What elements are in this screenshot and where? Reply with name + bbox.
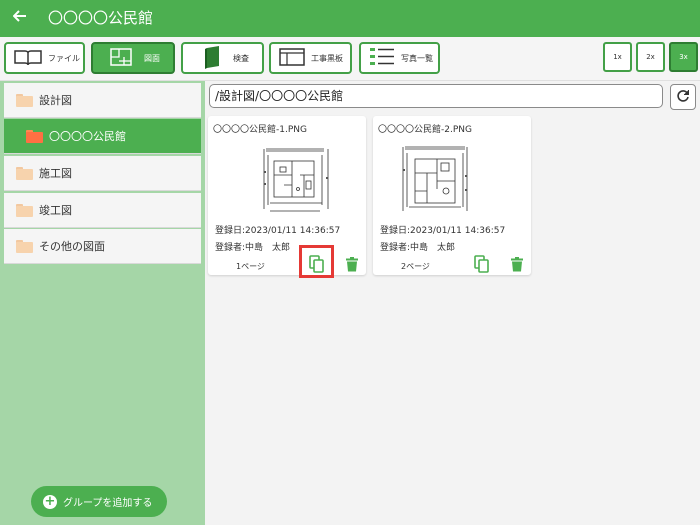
back-arrow-icon[interactable] [10, 7, 30, 29]
refresh-icon [676, 88, 690, 107]
drawing-card[interactable]: 〇〇〇〇公民館-1.PNG 登録日:2023/01/11 14:36:57 登録… [208, 116, 366, 275]
photo-list-button-label: 写真一覧 [401, 53, 433, 63]
zoom-1x-button[interactable]: 1x [603, 42, 632, 72]
add-group-button[interactable]: + グループを追加する [31, 486, 167, 517]
plus-circle-icon: + [43, 493, 57, 509]
trash-icon [511, 256, 523, 276]
zoom-2x-button[interactable]: 2x [636, 42, 665, 72]
floorplan-icon [110, 48, 132, 68]
folder-icon [16, 203, 33, 217]
list-icon [369, 46, 395, 70]
sidebar-item-label: 竣工図 [39, 204, 72, 217]
sidebar-item-other-drawings[interactable]: その他の図面 [4, 229, 201, 264]
sidebar-item-design-drawings[interactable]: 設計図 [4, 83, 201, 118]
card-filename: 〇〇〇〇公民館-2.PNG [378, 125, 472, 135]
folder-icon [16, 166, 33, 180]
blackboard-button[interactable]: 工事黒板 [269, 42, 352, 74]
refresh-button[interactable] [670, 84, 696, 110]
card-filename: 〇〇〇〇公民館-1.PNG [213, 125, 307, 135]
sidebar-item-label: 〇〇〇〇公民館 [49, 130, 126, 143]
folder-icon [16, 239, 33, 253]
sidebar-item-label: 設計図 [39, 94, 72, 107]
card-registrant: 登録者:中島 太郎 [380, 243, 456, 253]
sidebar-item-construction-drawings[interactable]: 施工図 [4, 156, 201, 191]
card-page-number: 2ページ [401, 262, 430, 271]
trash-icon [346, 256, 358, 276]
copy-button[interactable] [471, 255, 493, 277]
drawing-button-label: 図面 [144, 53, 160, 63]
sidebar-item-label: 施工図 [39, 167, 72, 180]
floorplan-thumbnail[interactable] [260, 141, 332, 221]
file-button-label: ファイル [48, 53, 80, 63]
file-button[interactable]: ファイル [4, 42, 85, 74]
add-group-label: グループを追加する [63, 498, 153, 509]
sidebar-item-community-center[interactable]: 〇〇〇〇公民館 [4, 119, 201, 154]
delete-button[interactable] [509, 256, 525, 276]
delete-button[interactable] [344, 256, 360, 276]
inspection-button-label: 検査 [233, 53, 249, 63]
toolbar: ファイル 図面 検査 工事黒板 写真一覧 1x 2x 3x [0, 37, 700, 81]
drawing-card[interactable]: 〇〇〇〇公民館-2.PNG 登録日:2023/01/11 14:36:57 登録… [373, 116, 531, 275]
inspection-button[interactable]: 検査 [181, 42, 264, 74]
sidebar-item-completion-drawings[interactable]: 竣工図 [4, 193, 201, 228]
card-registrant: 登録者:中島 太郎 [215, 243, 291, 253]
floorplan-thumbnail[interactable] [399, 141, 471, 221]
photo-list-button[interactable]: 写真一覧 [359, 42, 440, 74]
sidebar-item-label: その他の図面 [39, 240, 105, 253]
card-registered-date: 登録日:2023/01/11 14:36:57 [215, 226, 341, 236]
copy-button[interactable] [306, 255, 328, 277]
book-icon [13, 48, 43, 68]
folder-icon [16, 93, 33, 107]
sidebar: 設計図 〇〇〇〇公民館 施工図 竣工図 その他の図面 [0, 81, 205, 525]
drawing-button[interactable]: 図面 [91, 42, 175, 74]
copy-icon [309, 255, 325, 277]
page-title: 〇〇〇〇公民館 [48, 9, 154, 27]
folder-open-icon [26, 129, 43, 143]
app-header: 〇〇〇〇公民館 [0, 0, 700, 37]
blackboard-icon [279, 48, 305, 68]
path-field[interactable]: /設計図/〇〇〇〇公民館 [209, 84, 663, 108]
blackboard-button-label: 工事黒板 [311, 53, 343, 63]
zoom-3x-button[interactable]: 3x [669, 42, 698, 72]
main-content: /設計図/〇〇〇〇公民館 〇〇〇〇公民館-1.PNG 登録日:2023/01/1… [205, 81, 700, 525]
notebook-icon [203, 45, 221, 71]
card-page-number: 1ページ [236, 262, 265, 271]
card-registered-date: 登録日:2023/01/11 14:36:57 [380, 226, 506, 236]
copy-icon [474, 255, 490, 277]
